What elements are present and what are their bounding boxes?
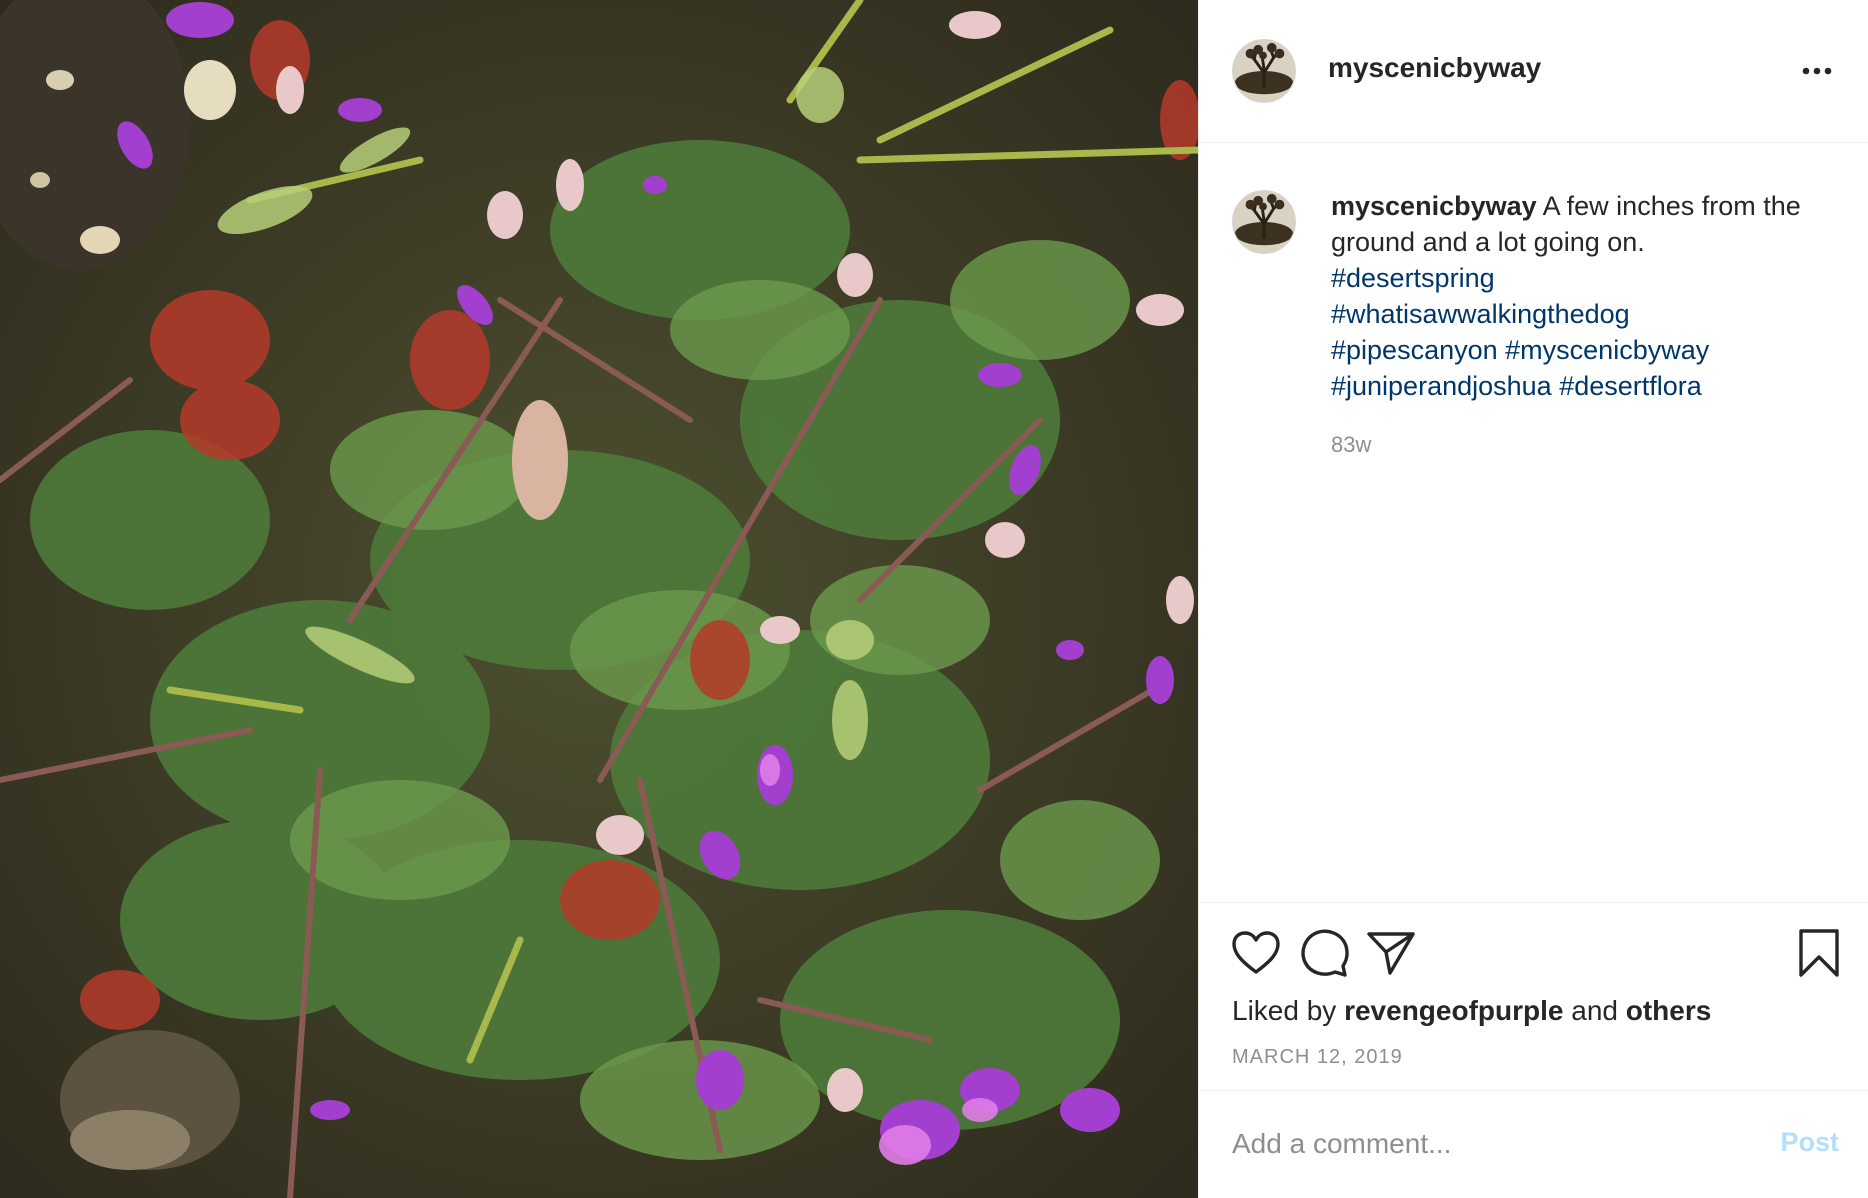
instagram-post: myscenicbyway myscenicbyway A few inches… bbox=[0, 0, 1868, 1198]
caption-text: myscenicbyway A few inches from the grou… bbox=[1331, 188, 1841, 404]
likes-summary: Liked by revengeofpurple and others bbox=[1232, 995, 1711, 1027]
hashtag-link[interactable]: #pipescanyon bbox=[1331, 335, 1498, 365]
hashtag-link[interactable]: #juniperandjoshua bbox=[1331, 371, 1552, 401]
comment-input[interactable] bbox=[1232, 1121, 1732, 1167]
header-username[interactable]: myscenicbyway bbox=[1328, 52, 1541, 84]
post-header: myscenicbyway bbox=[1199, 0, 1868, 143]
actions-section: Liked by revengeofpurple and others MARC… bbox=[1199, 902, 1868, 1090]
caption-time-ago[interactable]: 83w bbox=[1331, 432, 1371, 458]
liked-by-others[interactable]: others bbox=[1626, 995, 1712, 1026]
avatar[interactable] bbox=[1232, 39, 1296, 103]
caption-avatar[interactable] bbox=[1232, 190, 1296, 254]
photo-ground-plants bbox=[0, 0, 1198, 1198]
hashtag-link[interactable]: #desertflora bbox=[1559, 371, 1702, 401]
hashtag-link[interactable]: #myscenicbyway bbox=[1505, 335, 1709, 365]
comment-icon[interactable] bbox=[1297, 925, 1353, 981]
comment-bar: Post bbox=[1199, 1090, 1868, 1198]
liked-by-user[interactable]: revengeofpurple bbox=[1344, 995, 1563, 1026]
more-options-icon[interactable] bbox=[1795, 56, 1839, 86]
avatar-tree-image bbox=[1233, 191, 1295, 253]
share-icon[interactable] bbox=[1363, 925, 1419, 981]
heart-icon[interactable] bbox=[1228, 925, 1284, 981]
hashtag-link[interactable]: #desertspring bbox=[1331, 263, 1495, 293]
bookmark-icon[interactable] bbox=[1791, 925, 1847, 981]
likes-middle: and bbox=[1571, 995, 1618, 1026]
post-photo[interactable] bbox=[0, 0, 1198, 1198]
caption-username[interactable]: myscenicbyway bbox=[1331, 191, 1537, 221]
likes-prefix: Liked by bbox=[1232, 995, 1337, 1026]
post-side-panel: myscenicbyway myscenicbyway A few inches… bbox=[1198, 0, 1868, 1198]
post-date[interactable]: MARCH 12, 2019 bbox=[1232, 1046, 1403, 1069]
hashtag-link[interactable]: #whatisawwalkingthedog bbox=[1331, 299, 1630, 329]
avatar-tree-image bbox=[1233, 40, 1295, 102]
post-comment-button[interactable]: Post bbox=[1780, 1127, 1839, 1158]
